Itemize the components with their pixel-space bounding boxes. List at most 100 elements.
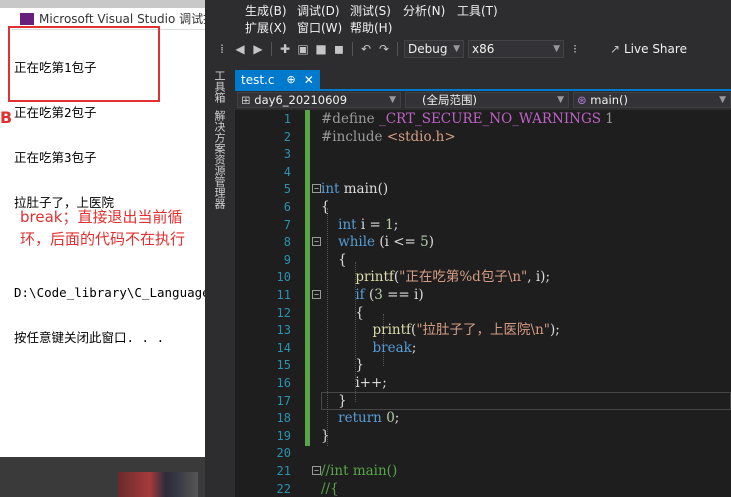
configuration-value: Debug [408, 42, 448, 56]
tab-test-c[interactable]: test.c ⊕ ✕ [235, 70, 320, 90]
menu-help[interactable]: 帮助(H) [350, 19, 392, 37]
code-token: break [321, 339, 412, 356]
code-line[interactable]: int main() [321, 181, 388, 199]
code-line[interactable]: } [321, 393, 347, 411]
close-icon[interactable]: ✕ [304, 70, 314, 90]
code-line[interactable]: break; [321, 340, 416, 358]
line-number: 20 [276, 446, 291, 461]
change-tracking-bar [305, 110, 310, 446]
code-token: == i) [382, 287, 424, 303]
pin-icon[interactable]: ⊕ [286, 70, 295, 90]
new-item-icon[interactable]: ✚ [276, 40, 294, 58]
code-line[interactable]: //int main() [321, 463, 397, 481]
fold-toggle-while[interactable]: − [312, 237, 321, 246]
line-number: 8 [283, 235, 291, 250]
menu-tools[interactable]: 工具(T) [457, 2, 498, 20]
console-line: 正在吃第3包子 [14, 150, 97, 165]
line-number: 22 [276, 481, 291, 496]
line-number: 18 [276, 411, 291, 426]
redo-icon[interactable]: ↷ [375, 40, 393, 58]
open-folder-icon[interactable]: ▣ [294, 40, 312, 58]
live-share-button[interactable]: Live Share [624, 42, 687, 56]
code-token: return [321, 410, 382, 427]
fold-toggle-if[interactable]: − [312, 290, 321, 299]
save-all-icon[interactable]: ◼ [330, 40, 348, 58]
code-token: <stdio.h> [386, 128, 456, 145]
code-line[interactable]: { [321, 199, 330, 217]
menu-window[interactable]: 窗口(W) [297, 19, 342, 37]
platform-value: x86 [472, 42, 495, 56]
menu-debug[interactable]: 调试(D) [297, 2, 340, 20]
line-number: 16 [276, 376, 291, 390]
code-token: while [321, 234, 376, 251]
code-token: } [321, 392, 347, 409]
menu-analyze[interactable]: 分析(N) [403, 2, 445, 20]
grip-icon: ⁞ [220, 42, 224, 56]
fold-toggle-main[interactable]: − [312, 184, 321, 193]
code-line[interactable]: { [321, 305, 364, 323]
console-top-strip [0, 0, 205, 8]
code-line[interactable]: #define _CRT_SECURE_NO_WARNINGS 1 [321, 111, 614, 129]
live-share-icon[interactable]: ↗ [606, 40, 624, 58]
code-token: ( [364, 287, 375, 303]
line-number: 13 [276, 323, 291, 338]
code-token: 3 [374, 287, 383, 303]
menu-extensions[interactable]: 扩展(X) [245, 19, 287, 37]
line-number: 11 [276, 288, 291, 302]
configuration-dropdown[interactable]: Debug ▼ [404, 40, 464, 58]
console-title: Microsoft Visual Studio 调试控制 [39, 12, 205, 26]
code-token: } [321, 427, 330, 444]
save-icon[interactable]: ■ [312, 40, 330, 58]
overflow-icon[interactable]: ⁝ [566, 40, 584, 58]
line-number: 5 [283, 182, 291, 197]
console-line: 按任意键关闭此窗口. . . [14, 330, 165, 345]
code-token: "拉肚子了，上医院\n" [416, 322, 550, 339]
code-token: printf [321, 322, 412, 339]
taskbar-thumbnail[interactable] [118, 472, 198, 497]
chevron-down-icon: ▼ [389, 95, 396, 105]
code-line[interactable]: #include <stdio.h> [321, 129, 456, 147]
undo-icon[interactable]: ↶ [357, 40, 375, 58]
code-token: i++; [321, 375, 387, 391]
line-number: 3 [283, 147, 291, 162]
code-token: int [321, 181, 340, 198]
toolbox-tab[interactable]: 工具箱 [211, 70, 227, 103]
forward-icon[interactable]: ▶ [249, 40, 267, 58]
code-line[interactable]: printf("正在吃第%d包子\n", i); [321, 269, 550, 287]
code-line[interactable]: return 0; [321, 410, 399, 428]
code-line[interactable]: int i = 1; [321, 217, 398, 235]
platform-dropdown[interactable]: x86 ▼ [468, 40, 564, 58]
output-highlight-box [8, 26, 160, 102]
code-line[interactable]: //{ [321, 481, 339, 497]
code-line[interactable]: i++; [321, 375, 387, 393]
code-token: printf [321, 269, 394, 286]
scope-dropdown[interactable]: (全局范围) ▼ [405, 92, 569, 108]
code-token: ; [394, 410, 400, 427]
code-line[interactable]: while (i <= 5) [321, 234, 434, 252]
code-token: #include [321, 128, 387, 145]
fold-toggle-comment[interactable]: − [312, 466, 321, 475]
side-tool-tabs: 工具箱 解决方案资源管理器 [205, 66, 231, 497]
project-value: day6_20210609 [254, 93, 348, 107]
code-token: , i); [527, 269, 550, 286]
visual-studio-icon [20, 12, 34, 25]
code-line[interactable]: } [321, 357, 364, 375]
navigation-bar: ⊞ day6_20210609 ▼ (全局范围) ▼ ⊛ main() ▼ [235, 91, 731, 109]
visual-studio-window: 生成(B) 调试(D) 测试(S) 分析(N) 工具(T) 扩展(X) 窗口(W… [205, 0, 731, 497]
code-line[interactable]: } [321, 428, 330, 446]
menu-build[interactable]: 生成(B) [245, 2, 287, 20]
menu-test[interactable]: 测试(S) [350, 2, 391, 20]
chevron-down-icon: ▼ [719, 95, 726, 105]
solution-explorer-tab[interactable]: 解决方案资源管理器 [211, 110, 227, 209]
function-icon: ⊛ [577, 93, 587, 107]
function-dropdown[interactable]: ⊛ main() ▼ [573, 92, 731, 108]
code-editor[interactable]: 1 2 3 4 5 6 7 8 9 10 11 12 13 14 15 16 17 18 19 20 21 22 − − … [235, 110, 731, 497]
project-dropdown[interactable]: ⊞ day6_20210609 ▼ [237, 92, 401, 108]
code-line[interactable]: printf("拉肚子了，上医院\n"); [321, 322, 559, 340]
code-token: #define [321, 111, 379, 127]
back-icon[interactable]: ◀ [231, 40, 249, 58]
code-token: 5 [420, 234, 429, 251]
code-line[interactable]: if (3 == i) [321, 287, 424, 305]
code-token: main() [339, 181, 389, 198]
code-line[interactable]: { [321, 252, 347, 270]
